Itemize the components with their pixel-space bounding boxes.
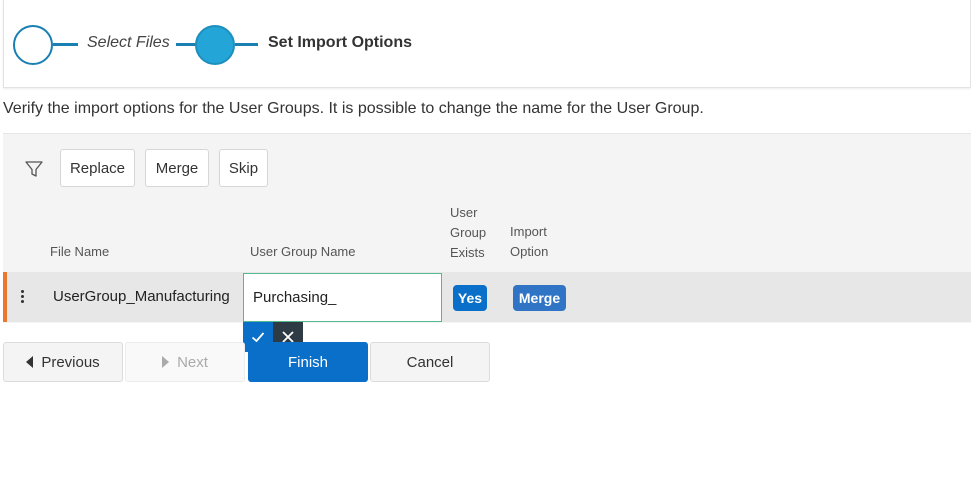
import-option-badge[interactable]: Merge (513, 285, 566, 311)
finish-button[interactable]: Finish (248, 342, 368, 382)
column-header-import-option[interactable]: Import Option (510, 222, 548, 262)
step-set-import-options-indicator (195, 25, 235, 65)
replace-button[interactable]: Replace (60, 149, 135, 187)
file-name-cell: UserGroup_Manufacturing (53, 288, 230, 305)
column-header-file-name[interactable]: File Name (50, 242, 109, 262)
cancel-button[interactable]: Cancel (370, 342, 490, 382)
step-set-import-options-label: Set Import Options (268, 34, 412, 51)
instructions-text: Verify the import options for the User G… (3, 100, 704, 117)
column-header-user-group-name[interactable]: User Group Name (250, 242, 355, 262)
step-select-files-label[interactable]: Select Files (87, 34, 170, 52)
caret-left-icon (26, 356, 34, 368)
row-menu-icon[interactable] (14, 288, 30, 308)
next-button: Next (125, 342, 245, 382)
column-header-user-group-exists[interactable]: User Group Exists (450, 203, 486, 263)
user-group-exists-badge: Yes (453, 285, 487, 311)
previous-button[interactable]: Previous (3, 342, 123, 382)
step-connector (176, 43, 197, 46)
caret-right-icon (162, 356, 170, 368)
filter-icon[interactable] (23, 158, 45, 180)
step-connector (235, 43, 258, 46)
user-group-name-input[interactable] (243, 273, 442, 322)
merge-button[interactable]: Merge (145, 149, 209, 187)
step-select-files-indicator[interactable] (13, 25, 53, 65)
wizard-stepper: Select Files Set Import Options (3, 0, 971, 88)
skip-button[interactable]: Skip (219, 149, 268, 187)
step-connector (53, 43, 78, 46)
